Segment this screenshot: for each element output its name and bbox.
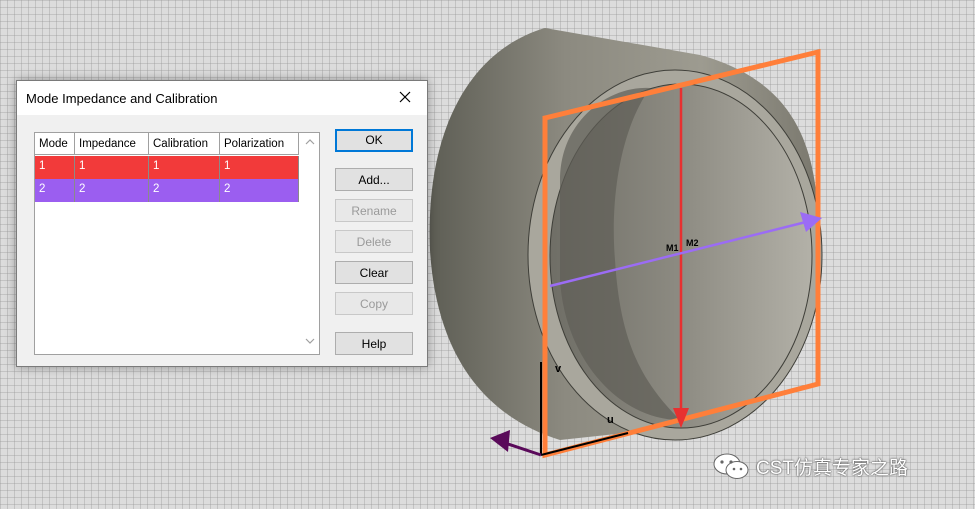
delete-button[interactable]: Delete <box>335 230 413 253</box>
ok-button[interactable]: OK <box>335 129 413 152</box>
cell-impedance[interactable]: 1 <box>75 156 149 179</box>
scroll-up-icon <box>305 139 315 145</box>
scroll-down-icon <box>305 338 315 344</box>
table-row[interactable]: 2 2 2 2 <box>35 179 299 202</box>
dialog-title: Mode Impedance and Calibration <box>26 91 218 106</box>
label-u: u <box>607 414 614 426</box>
header-mode[interactable]: Mode <box>35 133 75 155</box>
header-impedance[interactable]: Impedance <box>75 133 149 155</box>
header-calibration[interactable]: Calibration <box>149 133 220 155</box>
watermark: CST仿真专家之路 <box>712 451 908 481</box>
wechat-icon <box>713 453 749 479</box>
dialog-titlebar[interactable]: Mode Impedance and Calibration <box>17 81 427 115</box>
clear-button[interactable]: Clear <box>335 261 413 284</box>
cell-polarization[interactable]: 1 <box>220 156 299 179</box>
close-button[interactable] <box>391 86 419 110</box>
copy-button[interactable]: Copy <box>335 292 413 315</box>
add-button[interactable]: Add... <box>335 168 413 191</box>
mode-table[interactable]: Mode Impedance Calibration Polarization … <box>34 132 320 355</box>
header-polarization[interactable]: Polarization <box>220 133 299 155</box>
watermark-text: CST仿真专家之路 <box>756 457 909 479</box>
label-m2: M2 <box>686 238 699 248</box>
label-v: v <box>555 363 562 375</box>
cell-polarization[interactable]: 2 <box>220 179 299 202</box>
cell-calibration[interactable]: 1 <box>149 156 220 179</box>
help-button[interactable]: Help <box>335 332 413 355</box>
label-m1: M1 <box>666 243 679 253</box>
scrollbar-arrows <box>305 139 315 344</box>
table-row[interactable]: 1 1 1 1 <box>35 156 299 179</box>
rename-button[interactable]: Rename <box>335 199 413 222</box>
close-icon <box>399 91 411 103</box>
cell-impedance[interactable]: 2 <box>75 179 149 202</box>
cell-calibration[interactable]: 2 <box>149 179 220 202</box>
mode-impedance-dialog: Mode Impedance and Calibration Mode Impe… <box>16 80 428 367</box>
cell-mode[interactable]: 1 <box>35 156 75 179</box>
table-scrollbar[interactable] <box>301 133 319 354</box>
table-header: Mode Impedance Calibration Polarization <box>35 133 299 157</box>
cell-mode[interactable]: 2 <box>35 179 75 202</box>
